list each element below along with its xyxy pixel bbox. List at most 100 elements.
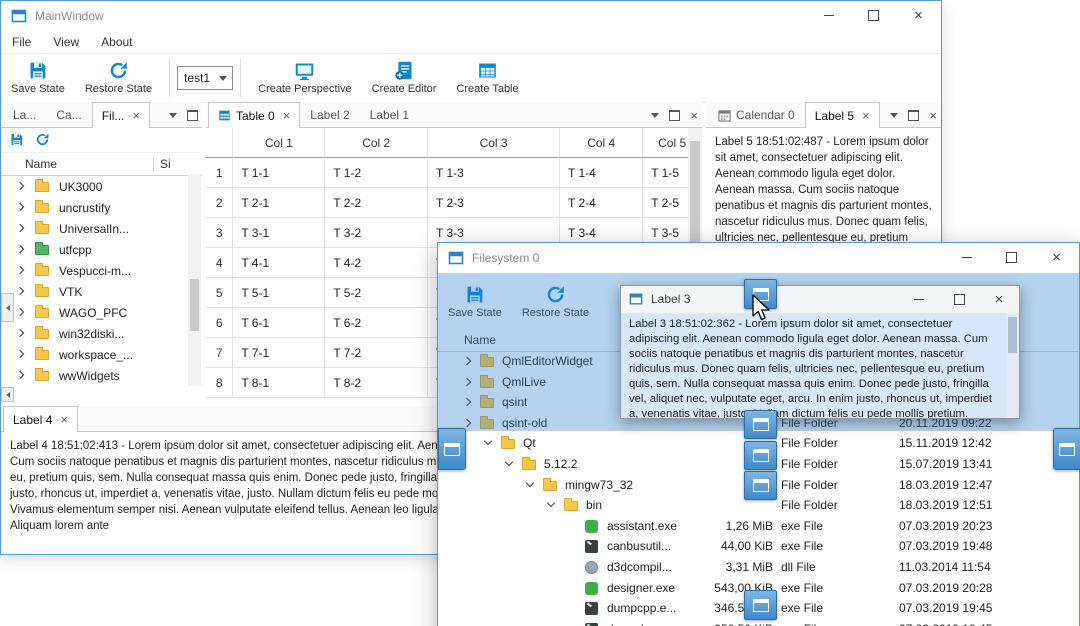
scrollbar-thumb[interactable] — [190, 279, 199, 331]
minimize-button[interactable] — [806, 1, 851, 30]
expand-icon[interactable] — [15, 223, 25, 233]
scrollbar-thumb[interactable] — [1008, 317, 1017, 353]
column-divider[interactable] — [153, 157, 154, 172]
float-panel-icon[interactable] — [908, 109, 920, 121]
float-panel-icon[interactable] — [669, 109, 681, 121]
tab-menu-icon[interactable] — [651, 112, 660, 118]
filesystem-titlebar[interactable]: Filesystem 0 × — [438, 243, 1079, 273]
left-tab-2[interactable]: Fil... × — [91, 102, 150, 128]
main-titlebar[interactable]: MainWindow × — [1, 1, 941, 31]
tree-item[interactable]: UniversalIn... — [1, 218, 202, 239]
table-cell[interactable]: T 5-1 — [233, 278, 326, 308]
create-perspective-button[interactable]: Create Perspective — [248, 58, 362, 97]
center-tab-0[interactable]: Table 0 × — [208, 102, 301, 128]
right-tab-0[interactable]: Calendar 0 — [708, 102, 805, 127]
table-cell[interactable]: T 1-3 — [428, 158, 561, 188]
column-header[interactable]: Col 4 — [560, 128, 644, 158]
close-button[interactable]: × — [979, 286, 1019, 313]
tab-menu-icon[interactable] — [169, 112, 177, 118]
refresh-icon[interactable] — [35, 132, 50, 147]
drop-indicator-left[interactable] — [438, 428, 466, 470]
file-row[interactable]: assistant.exe 1,26 MiB exe File 07.03.2019 … — [438, 516, 1079, 537]
table-cell[interactable]: T 7-1 — [233, 338, 326, 368]
expand-icon[interactable] — [504, 457, 514, 467]
perspective-combo[interactable]: test1 — [177, 65, 234, 90]
table-cell[interactable]: T 5-2 — [325, 278, 429, 308]
scroll-left-button[interactable] — [1, 387, 14, 402]
save-state-button[interactable]: Save State — [1, 58, 75, 97]
drop-indicator-right[interactable] — [1053, 428, 1080, 470]
close-panel-icon[interactable]: × — [929, 109, 937, 122]
create-table-button[interactable]: Create Table — [446, 58, 528, 97]
tab-close-icon[interactable]: × — [283, 108, 291, 123]
table-cell[interactable]: T 4-1 — [233, 248, 326, 278]
close-button[interactable]: × — [896, 1, 941, 30]
menu-item-about[interactable]: About — [90, 35, 143, 49]
expand-icon[interactable] — [15, 181, 25, 191]
expand-icon[interactable] — [525, 478, 535, 487]
row-number[interactable]: 4 — [206, 248, 234, 278]
expand-icon[interactable] — [15, 349, 25, 359]
minimize-button[interactable] — [899, 286, 939, 313]
tree-item[interactable]: UK3000 — [1, 176, 202, 197]
tree-item[interactable]: uncrustify — [1, 197, 202, 218]
column-header-name[interactable]: Name — [25, 157, 57, 171]
tab-close-icon[interactable]: × — [132, 108, 140, 123]
table-cell[interactable]: T 7-2 — [325, 338, 429, 368]
vertical-scrollbar[interactable] — [1006, 313, 1019, 418]
table-cell[interactable]: T 1-4 — [560, 158, 644, 188]
tab-close-icon[interactable]: × — [60, 412, 68, 427]
left-tab-1[interactable]: Ca... — [46, 102, 91, 127]
table-cell[interactable]: T 2-2 — [325, 188, 429, 218]
expand-icon[interactable] — [15, 202, 25, 212]
menu-item-file[interactable]: File — [1, 35, 42, 49]
menu-item-view[interactable]: View — [42, 35, 90, 49]
table-cell[interactable]: T 1-2 — [325, 158, 429, 188]
row-number[interactable]: 2 — [206, 188, 234, 218]
drop-indicator-center-up[interactable] — [744, 410, 777, 439]
row-number[interactable]: 1 — [206, 158, 234, 188]
center-tab-1[interactable]: Label 2 — [300, 102, 359, 127]
expand-icon[interactable] — [546, 498, 556, 508]
scroll-left-button[interactable] — [1, 293, 14, 322]
tree-item[interactable]: wwWidgets — [1, 365, 202, 386]
row-number[interactable]: 7 — [206, 338, 234, 368]
table-cell[interactable]: T 8-1 — [233, 368, 326, 398]
tab-menu-icon[interactable] — [890, 112, 899, 118]
table-cell[interactable]: T 4-2 — [325, 248, 429, 278]
expand-icon[interactable] — [15, 265, 25, 275]
table-cell[interactable]: T 1-1 — [233, 158, 326, 188]
left-tab-0[interactable]: La... — [3, 102, 46, 127]
column-header[interactable]: Col 2 — [325, 128, 429, 158]
vertical-scrollbar[interactable] — [188, 174, 201, 386]
row-number[interactable]: 3 — [206, 218, 234, 248]
minimize-button[interactable] — [944, 243, 989, 272]
drop-indicator-bottom[interactable] — [744, 590, 777, 620]
center-tab-2[interactable]: Label 1 — [360, 102, 419, 127]
maximize-button[interactable] — [851, 1, 896, 30]
drop-indicator-center-down[interactable] — [744, 471, 777, 500]
bottom-tab-0[interactable]: Label 4 × — [3, 406, 78, 432]
tree-item[interactable]: WAGO_PFC — [1, 302, 202, 323]
expand-icon[interactable] — [15, 244, 25, 254]
file-row[interactable]: canbusutil... 44,00 KiB exe File 07.03.2019… — [438, 536, 1079, 557]
expand-icon[interactable] — [15, 328, 25, 338]
table-cell[interactable]: T 2-3 — [428, 188, 561, 218]
close-panel-icon[interactable]: × — [690, 109, 698, 122]
table-cell[interactable]: T 2-1 — [233, 188, 326, 218]
tree-item[interactable]: Vespucci-m... — [1, 260, 202, 281]
drop-indicator-center[interactable] — [744, 441, 777, 470]
maximize-button[interactable] — [939, 286, 979, 313]
table-cell[interactable]: T 6-1 — [233, 308, 326, 338]
table-cell[interactable]: T 6-2 — [325, 308, 429, 338]
table-cell[interactable]: T 8-2 — [325, 368, 429, 398]
expand-icon[interactable] — [15, 307, 25, 317]
table-cell[interactable]: T 3-1 — [233, 218, 326, 248]
restore-state-button[interactable]: Restore State — [75, 58, 162, 97]
tree-item[interactable]: VTK — [1, 281, 202, 302]
table-cell[interactable]: T 3-2 — [325, 218, 429, 248]
file-row[interactable]: d3dcompil... 3,31 MiB dll File 11.03.2014 1… — [438, 557, 1079, 578]
row-number[interactable]: 8 — [206, 368, 234, 398]
row-number[interactable]: 5 — [206, 278, 234, 308]
float-panel-icon[interactable] — [187, 109, 198, 121]
